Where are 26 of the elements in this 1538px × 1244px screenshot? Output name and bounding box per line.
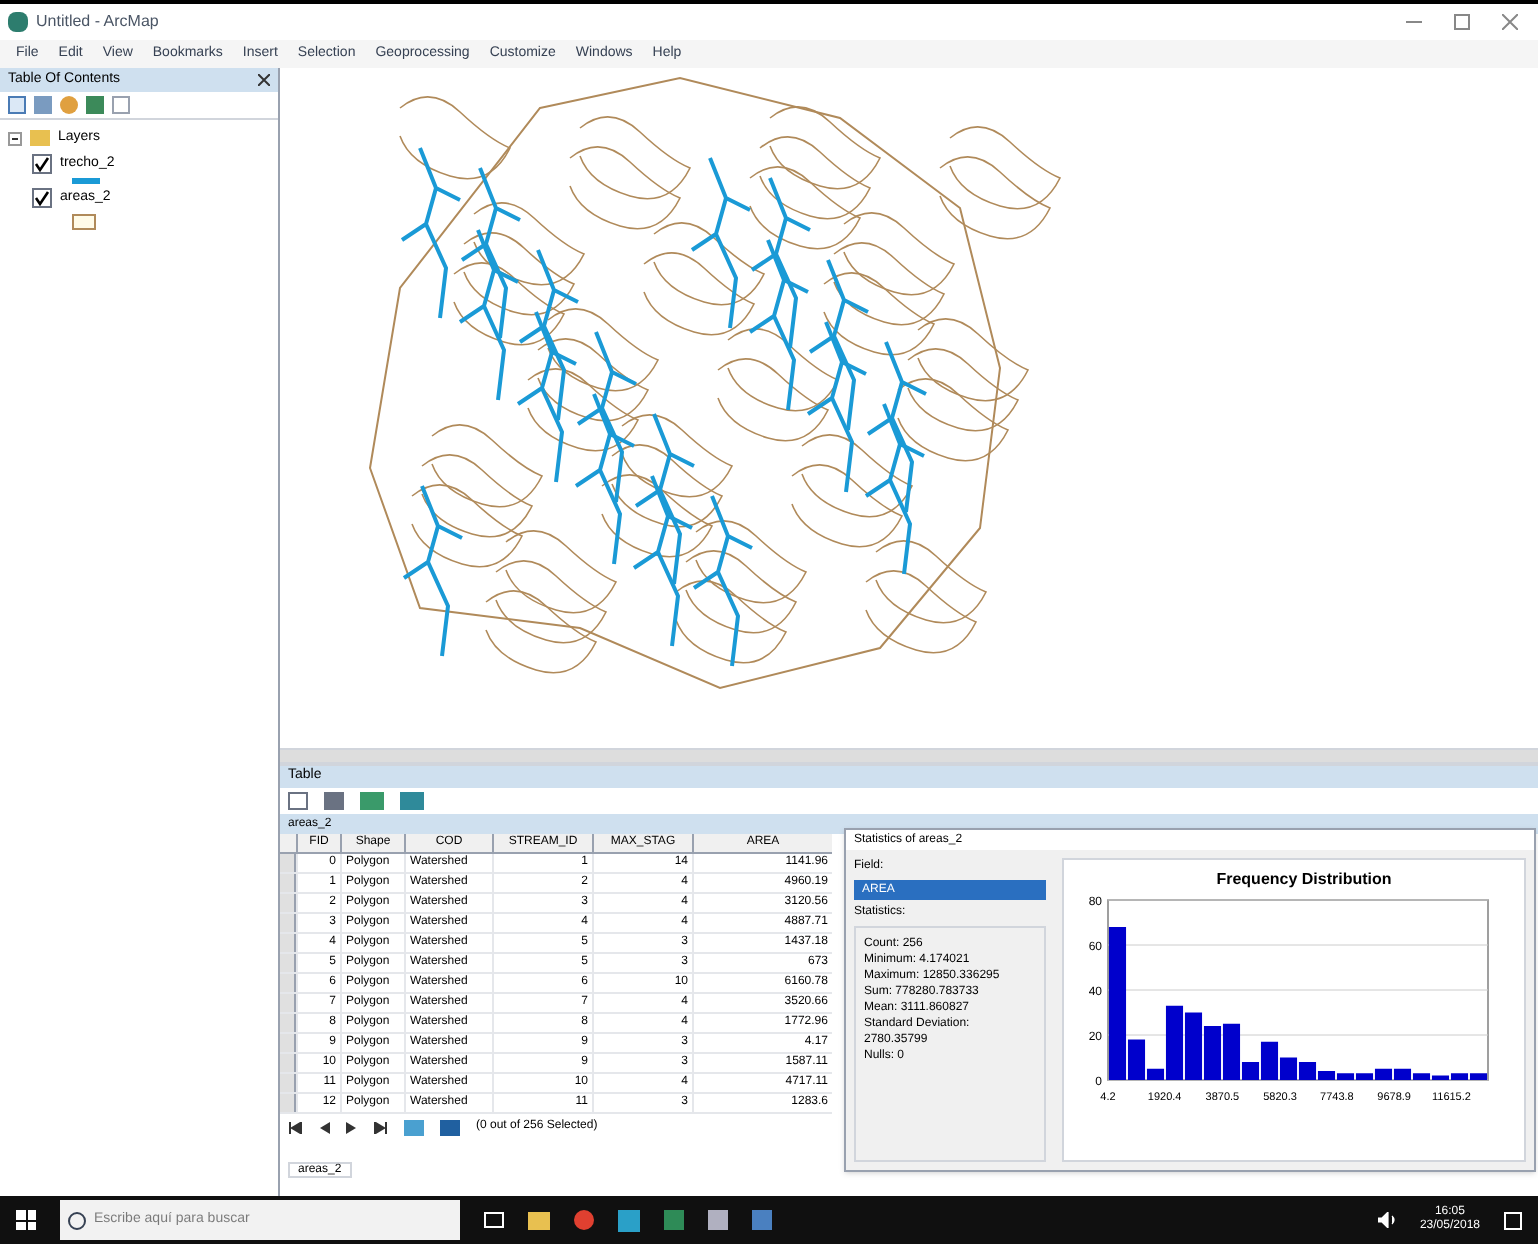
folder-icon <box>30 130 50 147</box>
close-icon[interactable] <box>258 74 270 86</box>
first-record-icon[interactable] <box>288 1121 302 1133</box>
list-icon[interactable] <box>8 96 26 114</box>
previous-record-icon[interactable] <box>318 1121 330 1133</box>
windows-start-icon[interactable] <box>16 1210 36 1230</box>
line-symbol-icon <box>72 178 100 184</box>
chart-title: Frequency Distribution <box>1216 870 1392 888</box>
polygon-symbol-icon <box>72 213 96 229</box>
collapse-icon[interactable] <box>8 131 22 146</box>
app-icon <box>8 12 28 32</box>
task-view-icon[interactable] <box>484 1212 504 1228</box>
close-icon <box>1502 14 1518 30</box>
next-record-icon[interactable] <box>346 1121 358 1133</box>
last-record-icon[interactable] <box>374 1121 388 1133</box>
checkbox[interactable] <box>32 153 52 174</box>
notification-icon[interactable] <box>1504 1211 1522 1229</box>
maximize-icon <box>1454 14 1470 30</box>
speaker-icon[interactable] <box>1377 1212 1396 1228</box>
folder-icon[interactable] <box>528 1211 550 1229</box>
checkbox[interactable] <box>32 188 52 209</box>
app-icon[interactable] <box>618 1209 640 1231</box>
options-icon[interactable] <box>112 96 130 114</box>
horizontal-scrollbar[interactable] <box>280 748 1538 764</box>
window-title: Untitled - ArcMap <box>36 10 159 34</box>
table-options-icon[interactable] <box>288 792 308 810</box>
